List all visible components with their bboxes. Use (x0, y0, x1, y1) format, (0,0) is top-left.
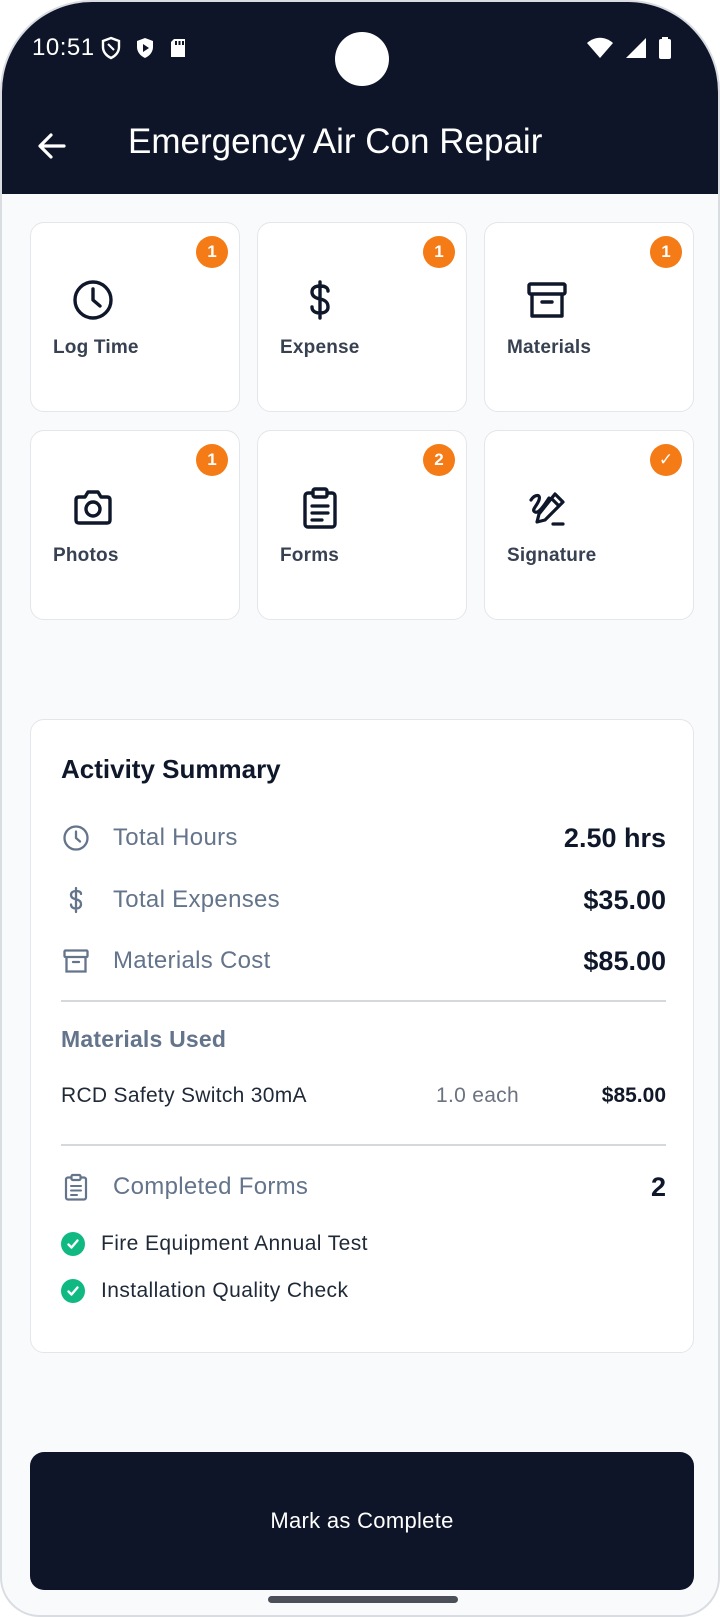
clock-icon (61, 823, 91, 853)
action-tiles: Log Time 1 Expense 1 Materials 1 Photos … (30, 222, 694, 620)
count-badge: 1 (196, 236, 228, 268)
count-badge: 1 (423, 236, 455, 268)
count-badge: 1 (650, 236, 682, 268)
materials-cost-label: Materials Cost (113, 947, 271, 974)
completed-forms-label: Completed Forms (113, 1173, 309, 1200)
camera-icon (74, 490, 112, 525)
tile-photos[interactable]: Photos 1 (30, 430, 240, 620)
total-expenses-label: Total Expenses (113, 886, 280, 913)
summary-title: Activity Summary (61, 754, 281, 784)
signature-pen-icon (529, 492, 565, 526)
total-expenses-row: Total Expenses $35.00 (61, 880, 666, 920)
status-icons-left (100, 36, 188, 60)
completed-forms-row: Completed Forms 2 (61, 1167, 666, 1207)
total-expenses-value: $35.00 (583, 884, 666, 915)
back-button[interactable] (30, 124, 74, 168)
tile-log-time[interactable]: Log Time 1 (30, 222, 240, 412)
completed-form-item: Fire Equipment Annual Test (61, 1227, 368, 1261)
tile-label: Photos (53, 545, 119, 566)
complete-badge: ✓ (650, 444, 682, 476)
material-price: $85.00 (601, 1084, 666, 1107)
clipboard-icon (61, 1172, 91, 1202)
tile-label: Materials (507, 337, 592, 358)
check-circle-icon (61, 1232, 85, 1256)
activity-summary-card: Activity Summary Total Hours 2.50 hrs To… (30, 719, 694, 1353)
divider (61, 1000, 666, 1002)
materials-cost-value: $85.00 (583, 945, 666, 976)
status-icons-right (586, 36, 672, 60)
arrow-left-icon (38, 133, 66, 159)
dollar-icon (310, 280, 330, 320)
material-name: RCD Safety Switch 30mA (61, 1084, 307, 1107)
completed-form-item: Installation Quality Check (61, 1274, 348, 1308)
phone-screen: 10:51 Emergency Air Con Repair Log Time … (0, 0, 720, 1617)
material-qty: 1.0 each (436, 1084, 519, 1107)
home-indicator[interactable] (268, 1596, 458, 1603)
completed-forms-count: 2 (650, 1171, 666, 1202)
tile-label: Log Time (53, 337, 139, 358)
tile-signature[interactable]: Signature ✓ (484, 430, 694, 620)
page-title: Emergency Air Con Repair (128, 122, 543, 161)
mark-complete-button[interactable]: Mark as Complete (30, 1452, 694, 1590)
status-time: 10:51 (32, 34, 95, 61)
sd-card-icon (171, 39, 185, 57)
materials-cost-row: Materials Cost $85.00 (61, 941, 666, 981)
divider (61, 1144, 666, 1146)
material-row: RCD Safety Switch 30mA 1.0 each $85.00 (61, 1078, 666, 1114)
battery-icon (659, 37, 671, 59)
tile-materials[interactable]: Materials 1 (484, 222, 694, 412)
shield-icon (101, 36, 121, 60)
signal-icon (626, 38, 646, 58)
check-circle-icon (61, 1279, 85, 1303)
tile-forms[interactable]: Forms 2 (257, 430, 467, 620)
total-hours-value: 2.50 hrs (563, 822, 666, 853)
total-hours-label: Total Hours (113, 824, 238, 851)
tile-label: Signature (507, 545, 597, 566)
dollar-icon (61, 885, 91, 915)
clipboard-icon (303, 487, 337, 529)
archive-box-icon (527, 282, 567, 318)
archive-box-icon (61, 946, 91, 976)
count-badge: 1 (196, 444, 228, 476)
clock-icon (73, 280, 113, 320)
app-header: 10:51 Emergency Air Con Repair (2, 2, 718, 194)
total-hours-row: Total Hours 2.50 hrs (61, 818, 666, 858)
play-shield-icon (137, 38, 153, 58)
form-name: Fire Equipment Annual Test (101, 1232, 368, 1255)
camera-cutout (335, 32, 389, 86)
materials-used-label: Materials Used (61, 1026, 227, 1052)
form-name: Installation Quality Check (101, 1279, 349, 1302)
tile-label: Expense (280, 337, 360, 358)
tile-label: Forms (280, 545, 340, 566)
tile-expense[interactable]: Expense 1 (257, 222, 467, 412)
wifi-icon (587, 37, 613, 58)
count-badge: 2 (423, 444, 455, 476)
